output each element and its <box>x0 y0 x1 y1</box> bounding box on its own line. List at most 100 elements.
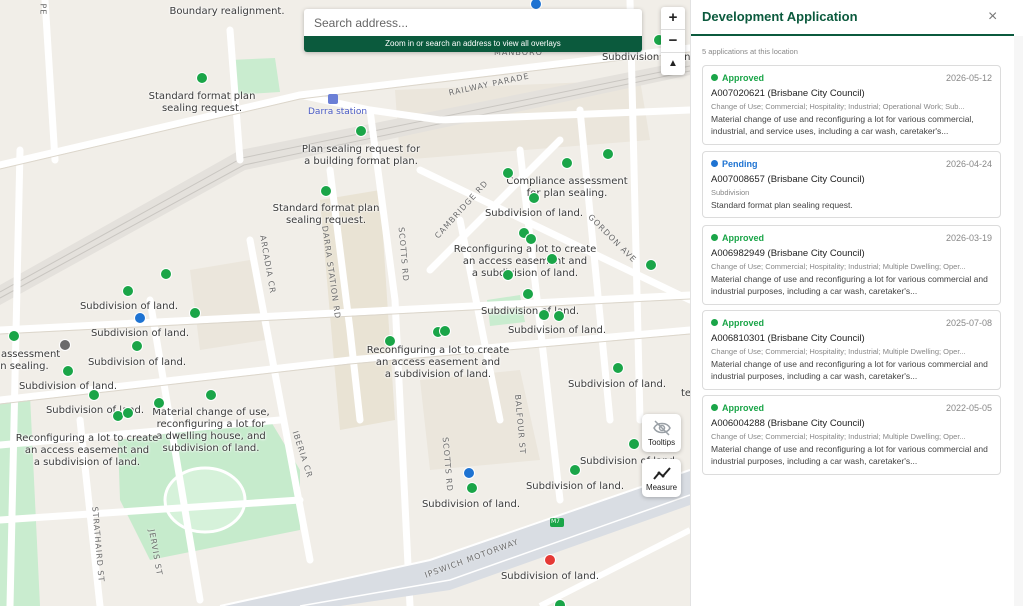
application-marker[interactable] <box>384 335 396 347</box>
panel-title: Development Application <box>702 9 858 24</box>
application-marker[interactable] <box>569 464 581 476</box>
application-marker[interactable] <box>546 253 558 265</box>
application-marker[interactable] <box>463 467 475 479</box>
application-marker[interactable] <box>122 407 134 419</box>
application-description: Standard format plan sealing request. <box>711 200 853 210</box>
map-application-label: Subdivision of land. <box>484 208 584 219</box>
address-search-box: Zoom in or search an address to view all… <box>304 9 642 52</box>
status-dot-icon <box>711 319 718 326</box>
application-card[interactable]: Approved 2026-05-12 A007020621 (Brisbane… <box>702 65 1001 145</box>
map-application-label: Subdivision of land. <box>500 571 600 582</box>
applications-count: 5 applications at this location <box>702 47 798 56</box>
zoom-controls: + − ▲ <box>661 7 685 75</box>
application-description: Material change of use and reconfiguring… <box>711 444 988 466</box>
application-categories: Subdivision <box>711 188 750 197</box>
application-marker[interactable] <box>522 288 534 300</box>
application-marker[interactable] <box>561 157 573 169</box>
application-categories: Change of Use; Commercial; Hospitality; … <box>711 262 966 271</box>
application-marker[interactable] <box>8 330 20 342</box>
status-dot-icon <box>711 234 718 241</box>
application-marker[interactable] <box>544 554 556 566</box>
status-dot-icon <box>711 74 718 81</box>
map-canvas[interactable]: RAILWAY PARADE MANBORO CAMBRIDGE RD GORD… <box>0 0 690 606</box>
application-marker[interactable] <box>645 259 657 271</box>
panel-scrollbar[interactable] <box>1014 36 1023 606</box>
map-application-label: Reconfiguring a lot to create an access e… <box>366 345 510 380</box>
application-marker[interactable] <box>525 233 537 245</box>
map-application-label: Subdivision of land. <box>421 499 521 510</box>
application-marker[interactable] <box>553 310 565 322</box>
application-marker[interactable] <box>153 397 165 409</box>
application-date: 2026-05-12 <box>945 73 992 83</box>
application-marker[interactable] <box>502 167 514 179</box>
application-card[interactable]: Approved 2025-07-08 A006810301 (Brisbane… <box>702 310 1001 390</box>
status-badge: Pending <box>711 159 758 169</box>
reset-north-button[interactable]: ▲ <box>661 53 685 75</box>
zoom-in-button[interactable]: + <box>661 7 685 30</box>
application-marker[interactable] <box>628 438 640 450</box>
application-marker[interactable] <box>134 312 146 324</box>
application-id: A007020621 (Brisbane City Council) <box>711 88 865 99</box>
application-description: Material change of use and reconfiguring… <box>711 359 988 381</box>
application-card[interactable]: Approved 2026-03-19 A006982949 (Brisbane… <box>702 225 1001 305</box>
status-text: Approved <box>722 233 765 243</box>
status-badge: Approved <box>711 318 764 328</box>
application-marker[interactable] <box>528 192 540 204</box>
application-marker[interactable] <box>554 599 566 606</box>
map-application-label: Subdivision of land. <box>507 325 607 336</box>
station-label-darra: Darra station <box>308 107 368 117</box>
motorway-shield-m7: M7 <box>551 518 560 525</box>
application-date: 2026-03-19 <box>945 233 992 243</box>
application-marker[interactable] <box>196 72 208 84</box>
address-search-input[interactable] <box>312 10 626 36</box>
map-application-label: Subdivision of land. <box>79 301 179 312</box>
application-marker[interactable] <box>62 365 74 377</box>
map-application-label: Subdivision of land. <box>18 381 118 392</box>
chart-line-icon <box>652 467 671 480</box>
overlay-hint-banner: Zoom in or search an address to view all… <box>304 36 642 52</box>
application-marker[interactable] <box>160 268 172 280</box>
application-marker[interactable] <box>602 148 614 160</box>
application-marker[interactable] <box>466 482 478 494</box>
application-marker[interactable] <box>189 307 201 319</box>
status-text: Approved <box>722 403 765 413</box>
application-marker[interactable] <box>355 125 367 137</box>
application-marker[interactable] <box>612 362 624 374</box>
application-date: 2026-04-24 <box>945 159 992 169</box>
application-marker[interactable] <box>320 185 332 197</box>
status-dot-icon <box>711 160 718 167</box>
application-marker[interactable] <box>538 309 550 321</box>
application-marker[interactable] <box>439 325 451 337</box>
application-marker[interactable] <box>205 389 217 401</box>
eye-off-icon <box>652 420 671 436</box>
close-icon[interactable]: × <box>988 8 997 26</box>
application-date: 2022-05-05 <box>945 403 992 413</box>
application-marker[interactable] <box>88 389 100 401</box>
application-card[interactable]: Approved 2022-05-05 A006004288 (Brisbane… <box>702 395 1001 475</box>
development-application-panel: Development Application × 5 applications… <box>690 0 1024 606</box>
application-marker[interactable] <box>122 285 134 297</box>
application-id: A006810301 (Brisbane City Council) <box>711 333 865 344</box>
measure-tool-label: Measure <box>645 483 678 492</box>
map-application-label: nce assessmentlan sealing. <box>0 349 61 372</box>
measure-tool-button[interactable]: Measure <box>642 459 681 497</box>
application-categories: Change of Use; Commercial; Hospitality; … <box>711 432 966 441</box>
status-dot-icon <box>711 404 718 411</box>
application-marker[interactable] <box>131 340 143 352</box>
application-card[interactable]: Pending 2026-04-24 A007008657 (Brisbane … <box>702 151 1001 218</box>
application-description: Material change of use and reconfiguring… <box>711 114 974 136</box>
map-application-label: Material change of use, reconfiguring a l… <box>152 407 270 454</box>
tooltips-toggle-button[interactable]: Tooltips <box>642 414 681 452</box>
application-id: A007008657 (Brisbane City Council) <box>711 174 865 185</box>
map-application-label: Boundary realignment. <box>169 6 285 17</box>
application-id: A006004288 (Brisbane City Council) <box>711 418 865 429</box>
map-application-label: Compliance assessment for plan sealing. <box>506 176 628 199</box>
status-text: Approved <box>722 73 765 83</box>
map-application-label: Standard format plan sealing request. <box>272 203 380 226</box>
status-badge: Approved <box>711 403 764 413</box>
zoom-out-button[interactable]: − <box>661 30 685 53</box>
panel-title-divider <box>691 34 1014 36</box>
application-marker[interactable] <box>59 339 71 351</box>
application-marker[interactable] <box>502 269 514 281</box>
map-application-label: Subdivision of land. <box>87 357 187 368</box>
